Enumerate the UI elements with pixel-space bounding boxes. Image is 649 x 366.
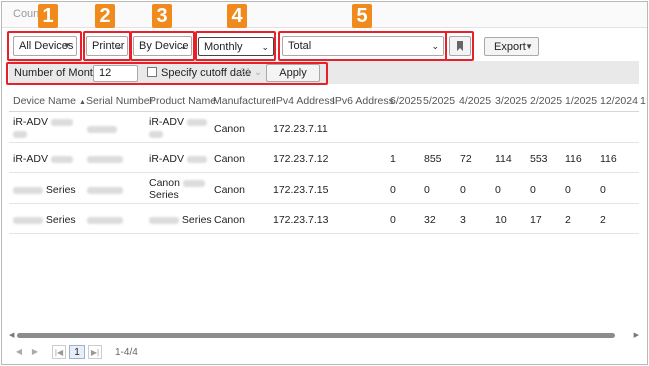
device-name-cell: iR-ADV [13,116,73,140]
value-5-2025: 855 [424,153,442,165]
ipv4-cell: 172.23.7.12 [273,153,329,165]
product-name-cell: iR-ADV [149,116,207,140]
value-3-2025: 0 [495,184,501,196]
sort-asc-icon: ▲ [78,99,86,106]
col-ipv6[interactable]: IPv6 Address [332,95,394,107]
col-5-2025[interactable]: 5/2025 [423,95,455,107]
value-2-2025: 0 [530,184,536,196]
callout-badge-5: 5 [352,4,372,28]
device-name-cell: Series [13,184,76,196]
value-1-2025: 116 [565,153,582,165]
callout-badge-1: 1 [38,4,58,28]
value-1-2025: 2 [565,214,571,226]
manufacturer-cell: Canon [214,153,245,165]
export-button[interactable]: Export ▼ [484,37,539,56]
next-page-icon[interactable]: ▶ [28,345,42,359]
callout-badge-2: 2 [95,4,115,28]
highlight-box-2 [83,31,131,61]
last-page-icon[interactable]: ▶| [88,345,102,359]
col-device-name[interactable]: Device Name ▲ [13,95,86,107]
table-row[interactable]: iR-ADV iR-ADV Canon 172.23.7.11 [9,113,639,143]
col-manufacturer[interactable]: Manufacturer [213,95,275,107]
col-4-2025[interactable]: 4/2025 [459,95,491,107]
product-name-cell: Canon Series [149,177,205,201]
serial-number-cell [87,214,123,226]
col-product-name[interactable]: Product Name [149,95,216,107]
value-6-2025: 0 [390,214,396,226]
scroll-right-icon[interactable]: ▶ [634,331,639,339]
table-header: Device Name ▲ Serial Number Product Name… [9,92,646,112]
value-2-2025: 553 [530,153,548,165]
value-12-2024: 2 [600,214,606,226]
col-3-2025[interactable]: 3/2025 [495,95,527,107]
value-5-2025: 0 [424,184,430,196]
ipv4-cell: 172.23.7.15 [273,184,329,196]
value-6-2025: 1 [390,153,396,165]
ipv4-cell: 172.23.7.11 [273,123,328,135]
value-1-2025: 0 [565,184,571,196]
highlight-box-1 [7,31,82,61]
highlight-box-4 [195,31,276,61]
export-label: Export [494,41,526,53]
highlight-box-5 [278,31,447,61]
col-12-2024[interactable]: 12/2024 [600,95,638,107]
serial-number-cell [87,123,117,135]
value-4-2025: 3 [460,214,466,226]
horizontal-scrollbar[interactable]: ◀ ▶ [9,331,639,339]
value-4-2025: 0 [460,184,466,196]
highlight-box-bookmark [445,31,474,61]
caret-down-icon: ▼ [525,42,533,51]
value-3-2025: 114 [495,153,512,165]
page-number[interactable]: 1 [69,345,85,359]
col-2-2025[interactable]: 2/2025 [530,95,562,107]
prev-page-icon[interactable]: ◀ [12,345,26,359]
scrollbar-thumb[interactable] [17,333,615,338]
device-name-cell: Series [13,214,76,226]
device-name-cell: iR-ADV [13,153,73,165]
scroll-left-icon[interactable]: ◀ [9,331,14,339]
table-row[interactable]: iR-ADV iR-ADV Canon 172.23.7.12 1 855 72… [9,143,639,173]
value-4-2025: 72 [460,153,472,165]
serial-number-cell [87,184,123,196]
page-range: 1-4/4 [115,347,138,358]
value-2-2025: 17 [530,214,542,226]
value-12-2024: 0 [600,184,606,196]
product-name-cell: iR-ADV [149,153,207,165]
manufacturer-cell: Canon [214,184,245,196]
table-row[interactable]: Series Canon Series Canon 172.23.7.15 0 … [9,173,639,204]
ipv4-cell: 172.23.7.13 [273,214,329,226]
callout-badge-3: 3 [152,4,172,28]
manufacturer-cell: Canon [214,123,245,135]
highlight-box-filter [6,62,328,85]
col-ipv4[interactable]: IPv4 Address [273,95,335,107]
product-name-cell: Series [149,214,212,226]
manufacturer-cell: Canon [214,214,245,226]
value-6-2025: 0 [390,184,396,196]
col-serial-number[interactable]: Serial Number [86,95,153,107]
value-5-2025: 32 [424,214,436,226]
highlight-box-3 [130,31,195,61]
col-6-2025[interactable]: 6/2025 [390,95,422,107]
callout-badge-4: 4 [227,4,247,28]
value-12-2024: 116 [600,153,617,165]
col-overflow[interactable]: 1 [640,95,646,107]
first-page-icon[interactable]: |◀ [52,345,66,359]
table-row[interactable]: Series Series Canon 172.23.7.13 0 32 3 1… [9,204,639,234]
col-1-2025[interactable]: 1/2025 [565,95,597,107]
value-3-2025: 10 [495,214,507,226]
serial-number-cell [87,153,123,165]
